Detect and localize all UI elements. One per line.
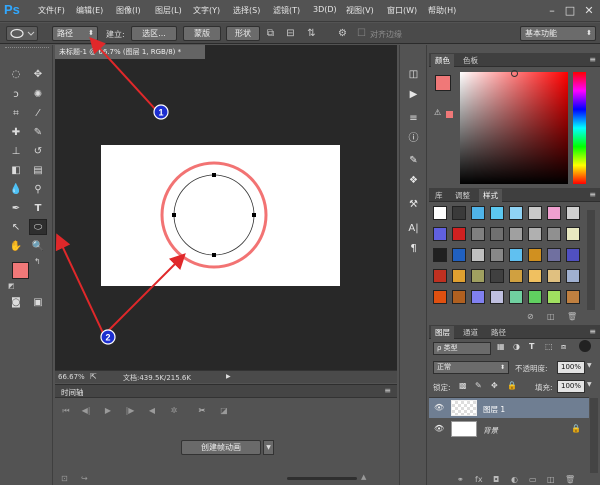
annotation-label: 2 bbox=[105, 333, 110, 343]
annotation-arrow bbox=[89, 37, 157, 111]
annotation-arrow bbox=[103, 253, 186, 336]
annotation-overlay: 1 2 bbox=[55, 37, 186, 345]
annotation-label: 1 bbox=[158, 108, 163, 118]
annotation-arrow bbox=[55, 233, 105, 336]
